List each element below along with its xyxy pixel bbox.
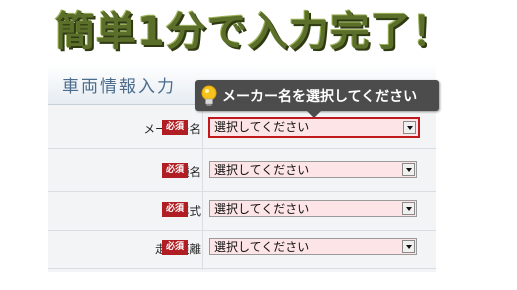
chevron-down-icon[interactable] [403, 121, 416, 134]
mileage-select-value: 選択してください [214, 240, 310, 254]
required-badge: 必須 [162, 240, 189, 255]
form-row-model: 車種名 必須 選択してください [48, 153, 436, 192]
form-row-mileage: 走行距離 必須 選択してください [48, 230, 436, 269]
model-select[interactable]: 選択してください [209, 161, 417, 178]
headline-banner: 簡単1分で入力完了！ [55, 9, 453, 55]
chevron-down-icon[interactable] [402, 240, 415, 253]
maker-select-value: 選択してください [214, 120, 310, 134]
required-badge: 必須 [162, 202, 189, 217]
chevron-down-icon[interactable] [402, 202, 415, 215]
required-badge: 必須 [162, 163, 189, 178]
chevron-down-icon[interactable] [402, 163, 415, 176]
form-row-maker: メーカー名 必須 選択してください [48, 110, 436, 149]
hint-tooltip: メーカー名を選択してください [195, 80, 439, 118]
maker-select[interactable]: 選択してください [208, 117, 420, 138]
year-select-value: 選択してください [214, 202, 310, 216]
form-row-year: 年式 必須 選択してください [48, 192, 436, 231]
mileage-select[interactable]: 選択してください [209, 238, 417, 255]
year-select[interactable]: 選択してください [209, 200, 417, 217]
required-badge: 必須 [162, 120, 189, 135]
section-title: 車両情報入力 [62, 77, 176, 97]
model-select-value: 選択してください [214, 163, 310, 177]
lightbulb-icon [201, 85, 217, 106]
tooltip-text: メーカー名を選択してください [222, 89, 418, 105]
